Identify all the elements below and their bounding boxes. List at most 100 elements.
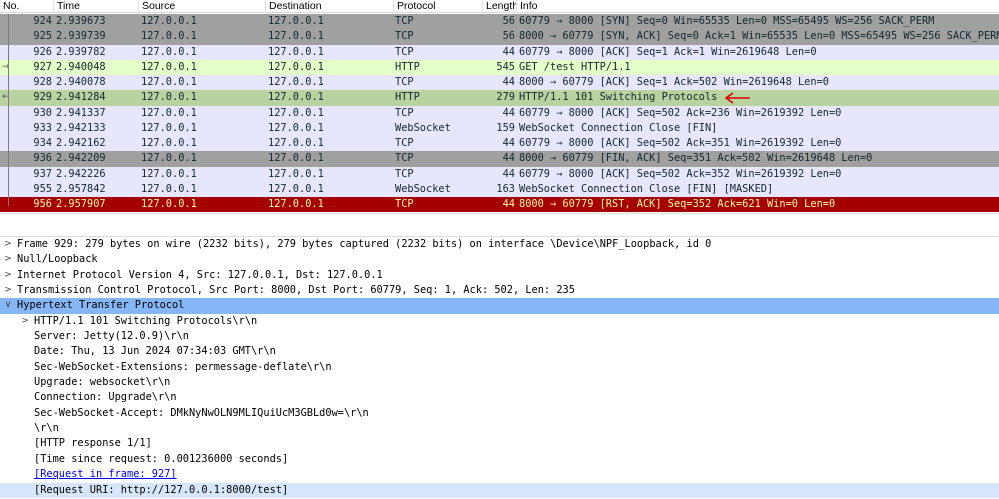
column-header-no[interactable]: No. bbox=[0, 0, 54, 13]
column-header-source[interactable]: Source bbox=[139, 0, 266, 13]
detail-row[interactable]: \r\n bbox=[0, 421, 999, 436]
packet-row-929[interactable]: ← 929 2.941284 127.0.0.1 127.0.0.1 HTTP 279 HTT… bbox=[0, 90, 999, 106]
packet-row-936[interactable]: 936 2.942209 127.0.0.1 127.0.0.1 TCP 44 8000 →… bbox=[0, 151, 999, 167]
detail-text: Server: Jetty(12.0.9)\r\n bbox=[34, 330, 189, 343]
detail-row[interactable]: > Frame 929: 279 bytes on wire (2232 bits… bbox=[0, 237, 999, 252]
pane-splitter[interactable] bbox=[0, 213, 999, 237]
detail-row[interactable]: Date: Thu, 13 Jun 2024 07:34:03 GMT\r\n bbox=[0, 344, 999, 359]
packet-row-933[interactable]: 933 2.942133 127.0.0.1 127.0.0.1 WebSocket 15… bbox=[0, 120, 999, 136]
cell-time: 2.940078 bbox=[56, 76, 106, 88]
cell-len: 44 bbox=[502, 152, 515, 165]
detail-text: HTTP/1.1 101 Switching Protocols\r\n bbox=[34, 314, 258, 327]
packet-row-924[interactable]: 924 2.939673 127.0.0.1 127.0.0.1 TCP 56 60779 … bbox=[0, 14, 999, 30]
cell-proto: TCP bbox=[395, 167, 414, 180]
detail-text: Hypertext Transfer Protocol bbox=[17, 299, 185, 312]
packet-list-pane[interactable]: No. Time Source Destination Protocol Len… bbox=[0, 0, 999, 213]
cell-proto: WebSocket bbox=[395, 121, 451, 134]
detail-row[interactable]: > Null/Loopback bbox=[0, 252, 999, 267]
cell-time: 2.942226 bbox=[56, 167, 106, 180]
cell-proto: TCP bbox=[395, 45, 414, 58]
detail-row[interactable]: Upgrade: websocket\r\n bbox=[0, 375, 999, 390]
cell-info: 8000 → 60779 [SYN, ACK] Seq=0 Ack=1 Win=… bbox=[519, 30, 999, 43]
detail-text: Internet Protocol Version 4, Src: 127.0.… bbox=[17, 268, 383, 281]
detail-row[interactable]: ∨ Hypertext Transfer Protocol bbox=[0, 298, 999, 314]
expand-chevron-icon[interactable]: > bbox=[3, 237, 13, 252]
cell-len: 56 bbox=[502, 30, 515, 43]
detail-row[interactable]: > HTTP/1.1 101 Switching Protocols\r\n bbox=[0, 314, 999, 329]
cell-time: 2.939673 bbox=[56, 15, 106, 27]
column-header-time[interactable]: Time bbox=[54, 0, 139, 13]
packet-rows: 924 2.939673 127.0.0.1 127.0.0.1 TCP 56 60779 … bbox=[0, 14, 999, 213]
cell-dst: 127.0.0.1 bbox=[268, 152, 324, 165]
detail-row[interactable]: [Request URI: http://127.0.0.1:8000/test… bbox=[0, 482, 999, 498]
cell-dst: 127.0.0.1 bbox=[268, 167, 324, 180]
cell-src: 127.0.0.1 bbox=[141, 45, 197, 58]
detail-row[interactable]: > Transmission Control Protocol, Src Port… bbox=[0, 283, 999, 298]
cell-info: 60779 → 8000 [ACK] Seq=502 Ack=236 Win=2… bbox=[519, 106, 842, 119]
expand-chevron-icon[interactable]: > bbox=[3, 283, 13, 298]
column-header-destination[interactable]: Destination bbox=[266, 0, 394, 13]
cell-dst: 127.0.0.1 bbox=[268, 15, 324, 27]
cell-dst: 127.0.0.1 bbox=[268, 45, 324, 58]
cell-proto: HTTP bbox=[395, 60, 420, 73]
cell-proto: TCP bbox=[395, 30, 414, 43]
cell-dst: 127.0.0.1 bbox=[268, 182, 324, 195]
packet-row-934[interactable]: 934 2.942162 127.0.0.1 127.0.0.1 TCP 44 60779 … bbox=[0, 136, 999, 152]
packet-row-928[interactable]: 928 2.940078 127.0.0.1 127.0.0.1 TCP 44 8000 →… bbox=[0, 75, 999, 91]
expand-chevron-icon[interactable]: > bbox=[3, 268, 13, 283]
detail-row[interactable]: > Internet Protocol Version 4, Src: 127.0… bbox=[0, 268, 999, 283]
cell-time: 2.942133 bbox=[56, 121, 106, 134]
detail-text: Connection: Upgrade\r\n bbox=[34, 391, 177, 404]
cell-src: 127.0.0.1 bbox=[141, 121, 197, 134]
red-arrow-left-icon bbox=[724, 92, 750, 104]
cell-dst: 127.0.0.1 bbox=[268, 137, 324, 149]
column-header-length[interactable]: Length bbox=[483, 0, 517, 13]
column-header-protocol[interactable]: Protocol bbox=[394, 0, 483, 13]
cell-len: 44 bbox=[502, 167, 515, 180]
packet-row-955[interactable]: 955 2.957842 127.0.0.1 127.0.0.1 WebSocket 16… bbox=[0, 181, 999, 197]
cell-info: 8000 → 60779 [ACK] Seq=1 Ack=502 Win=261… bbox=[519, 76, 829, 88]
cell-info: 60779 → 8000 [SYN] Seq=0 Win=65535 Len=0… bbox=[519, 15, 935, 27]
expand-chevron-icon[interactable]: > bbox=[20, 314, 30, 329]
packet-list-header: No. Time Source Destination Protocol Len… bbox=[0, 0, 999, 13]
detail-row[interactable]: Connection: Upgrade\r\n bbox=[0, 390, 999, 405]
cell-time: 2.942162 bbox=[56, 137, 106, 149]
cell-proto: TCP bbox=[395, 15, 414, 27]
cell-src: 127.0.0.1 bbox=[141, 137, 197, 149]
cell-src: 127.0.0.1 bbox=[141, 152, 197, 165]
detail-row[interactable]: Sec-WebSocket-Accept: DMkNyNwOLN9MLIQuiU… bbox=[0, 406, 999, 421]
cell-info: 60779 → 8000 [ACK] Seq=1 Ack=1 Win=26196… bbox=[519, 45, 817, 58]
detail-text: [Request URI: http://127.0.0.1:8000/test… bbox=[34, 483, 289, 496]
cell-len: 44 bbox=[502, 76, 515, 88]
detail-row[interactable]: Sec-WebSocket-Extensions: permessage-def… bbox=[0, 360, 999, 375]
cell-proto: TCP bbox=[395, 106, 414, 119]
detail-row[interactable]: [Time since request: 0.001236000 seconds… bbox=[0, 452, 999, 467]
packet-row-930[interactable]: 930 2.941337 127.0.0.1 127.0.0.1 TCP 44 60779 … bbox=[0, 105, 999, 121]
cell-dst: 127.0.0.1 bbox=[268, 30, 324, 43]
cell-info: 60779 → 8000 [ACK] Seq=502 Ack=351 Win=2… bbox=[519, 137, 842, 149]
cell-len: 163 bbox=[496, 182, 515, 195]
cell-len: 159 bbox=[496, 121, 515, 134]
packet-details-pane[interactable]: > Frame 929: 279 bytes on wire (2232 bits… bbox=[0, 237, 999, 499]
cell-src: 127.0.0.1 bbox=[141, 30, 197, 43]
detail-row[interactable]: Server: Jetty(12.0.9)\r\n bbox=[0, 329, 999, 344]
column-header-info[interactable]: Info bbox=[517, 0, 999, 13]
cell-src: 127.0.0.1 bbox=[141, 167, 197, 180]
detail-row[interactable]: [HTTP response 1/1] bbox=[0, 436, 999, 451]
request-frame-link[interactable]: [Request in frame: 927] bbox=[34, 467, 177, 482]
expand-chevron-icon[interactable]: > bbox=[3, 252, 13, 267]
detail-text: Transmission Control Protocol, Src Port:… bbox=[17, 284, 575, 297]
cell-len: 44 bbox=[502, 137, 515, 149]
cell-src: 127.0.0.1 bbox=[141, 60, 197, 73]
collapse-chevron-icon[interactable]: ∨ bbox=[3, 298, 13, 313]
packet-row-937[interactable]: 937 2.942226 127.0.0.1 127.0.0.1 TCP 44 60779 … bbox=[0, 166, 999, 182]
cell-info: HTTP/1.1 101 Switching Protocols bbox=[519, 91, 718, 104]
packet-row-956[interactable]: 956 2.957907 127.0.0.1 127.0.0.1 TCP 44 8000 →… bbox=[0, 197, 999, 213]
packet-row-925[interactable]: 925 2.939739 127.0.0.1 127.0.0.1 TCP 56 8000 →… bbox=[0, 29, 999, 45]
packet-row-926[interactable]: 926 2.939782 127.0.0.1 127.0.0.1 TCP 44 60779 … bbox=[0, 44, 999, 60]
cell-time: 2.941337 bbox=[56, 106, 106, 119]
packet-row-927[interactable]: → 927 2.940048 127.0.0.1 127.0.0.1 HTTP 545 GET… bbox=[0, 59, 999, 75]
cell-src: 127.0.0.1 bbox=[141, 182, 197, 195]
cell-dst: 127.0.0.1 bbox=[268, 76, 324, 88]
detail-row[interactable]: [Request in frame: 927] bbox=[0, 467, 999, 482]
